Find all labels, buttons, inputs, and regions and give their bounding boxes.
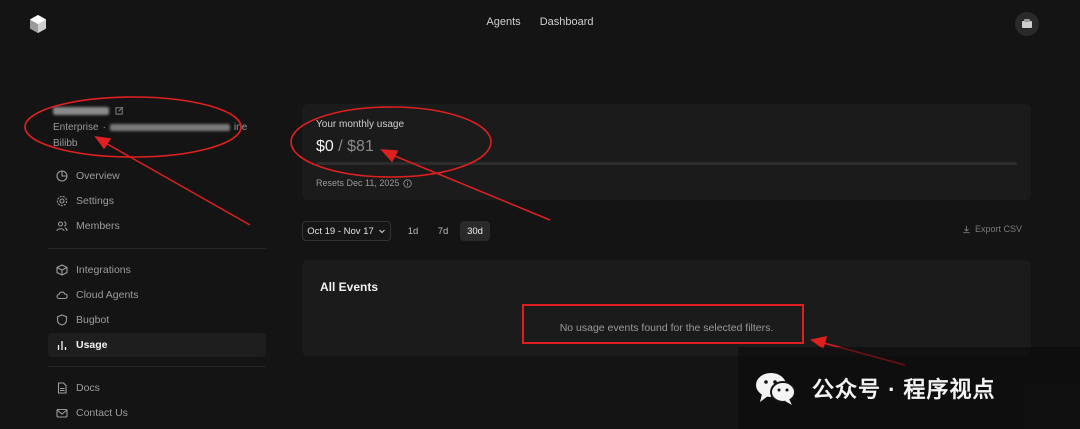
sidebar-item-integrations[interactable]: Integrations (48, 258, 266, 282)
wechat-icon (756, 373, 796, 405)
sidebar-item-usage[interactable]: Usage (48, 333, 266, 357)
events-empty-message: No usage events found for the selected f… (559, 322, 774, 334)
edit-icon[interactable] (115, 106, 124, 115)
gear-icon (56, 195, 68, 207)
export-csv-button[interactable]: Export CSV (962, 224, 1022, 234)
range-1d-button[interactable]: 1d (402, 221, 424, 241)
mail-icon (56, 408, 68, 418)
range-30d-button[interactable]: 30d (460, 221, 490, 241)
usage-reset: Resets Dec 11, 2025 (316, 178, 413, 188)
box-icon (56, 264, 68, 276)
usage-reset-text: Resets Dec 11, 2025 (316, 178, 400, 188)
sidebar-item-label: Overview (76, 170, 120, 182)
usage-progress-bar (316, 162, 1017, 165)
nav-dashboard[interactable]: Dashboard (540, 16, 594, 28)
usage-separator: / (338, 138, 343, 155)
all-events-card: All Events No usage events found for the… (302, 260, 1031, 356)
shield-icon (56, 314, 68, 326)
info-icon[interactable] (403, 178, 413, 188)
sidebar-item-label: Usage (76, 339, 108, 351)
sidebar-divider (48, 248, 266, 249)
date-range-label: Oct 19 - Nov 17 (307, 225, 374, 237)
export-csv-label: Export CSV (975, 224, 1023, 234)
range-7d-button[interactable]: 7d (432, 221, 454, 241)
cloud-icon (56, 291, 68, 300)
sidebar-item-label: Bugbot (76, 314, 110, 326)
sidebar-item-label: Members (76, 220, 120, 232)
top-nav: Agents Dashboard (0, 16, 1080, 28)
chevron-down-icon (378, 229, 385, 234)
sidebar-item-contact-us[interactable]: Contact Us (48, 401, 266, 425)
monthly-usage-card: Your monthly usage $0 / $81 Resets Dec 1… (302, 104, 1031, 200)
watermark-text: 公众号 · 程序视点 (812, 377, 996, 402)
usage-limit: $81 (347, 138, 374, 155)
avatar[interactable] (1015, 12, 1039, 36)
plan-suffix: ine (233, 122, 248, 133)
sidebar-item-members[interactable]: Members (48, 214, 266, 238)
usage-amount: $0 / $81 (316, 138, 374, 156)
sidebar-item-settings[interactable]: Settings (48, 189, 266, 213)
date-range-picker[interactable]: Oct 19 - Nov 17 (302, 221, 391, 241)
account-line-2: Bilibb (53, 138, 78, 149)
bar-chart-icon (57, 341, 67, 350)
redacted-email (109, 124, 230, 131)
sidebar-item-label: Integrations (76, 264, 131, 276)
document-icon (57, 382, 67, 394)
events-title: All Events (320, 280, 379, 294)
account-name (53, 106, 124, 115)
avatar-icon (1022, 19, 1032, 28)
download-icon (963, 225, 970, 233)
usage-title: Your monthly usage (316, 119, 405, 130)
plan-label: Enterprise (53, 122, 99, 133)
pie-chart-icon (56, 170, 68, 182)
nav-agents[interactable]: Agents (486, 16, 520, 28)
sidebar-item-docs[interactable]: Docs (48, 376, 266, 400)
sidebar-item-label: Cloud Agents (76, 289, 139, 301)
account-plan-line: Enterprise · ine (53, 122, 248, 133)
sidebar-item-overview[interactable]: Overview (48, 164, 266, 188)
watermark: 公众号 · 程序视点 (738, 347, 1080, 429)
redacted-name (53, 106, 109, 115)
sidebar-item-label: Settings (76, 195, 114, 207)
sidebar-divider (48, 366, 266, 367)
usage-spent: $0 (316, 138, 334, 155)
sidebar-item-label: Contact Us (76, 407, 128, 419)
users-icon (56, 221, 68, 232)
sidebar-item-bugbot[interactable]: Bugbot (48, 308, 266, 332)
sidebar-item-label: Docs (76, 382, 100, 394)
sidebar-item-cloud-agents[interactable]: Cloud Agents (48, 283, 266, 307)
